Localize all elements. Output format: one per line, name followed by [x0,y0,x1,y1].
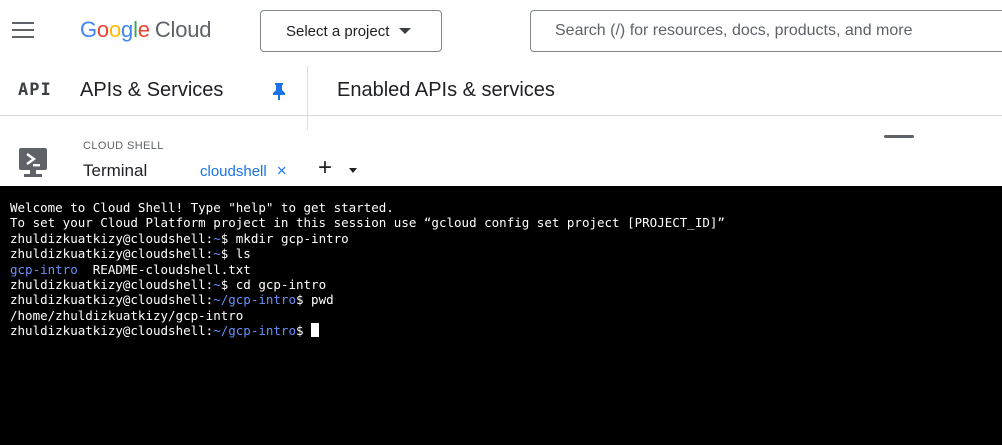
terminal-text: zhuldizkuatkizy@cloudshell: [10,230,214,246]
logo-letter: g [121,17,134,42]
terminal-cursor [311,323,320,338]
logo-cloud-text: Cloud [154,17,212,42]
pin-icon[interactable] [272,82,286,100]
dropdown-arrow-icon [399,28,412,34]
terminal-line: /home/zhuldizkuatkizy/gcp-intro [10,308,1002,323]
product-name[interactable]: APIs & Services [80,79,223,102]
terminal-text: ~/gcp-intro [213,323,296,339]
logo-letter: o [96,17,109,42]
terminal-text: zhuldizkuatkizy@cloudshell: [10,246,214,262]
add-tab-icon[interactable]: + [318,154,332,182]
panel-resize-handle[interactable] [884,135,914,138]
terminal-text: ~ [213,276,221,292]
logo-letter: G [80,17,97,42]
page-title: Enabled APIs & services [337,79,555,101]
terminal-output[interactable]: Welcome to Cloud Shell! Type "help" to g… [0,186,1002,445]
terminal-text: To set your Cloud Platform project in th… [10,215,725,231]
terminal-line: zhuldizkuatkizy@cloudshell:~/gcp-intro$ … [10,292,1002,307]
terminal-text: $ ls [220,246,251,262]
terminal-text: ~ [213,246,221,262]
tab-menu-dropdown-icon[interactable] [349,168,357,173]
cloud-shell-label: CLOUD SHELL [83,140,164,152]
top-app-bar: Google Cloud Select a project [0,0,1002,66]
product-nav-bar: API APIs & Services Enabled APIs & servi… [0,66,1002,132]
terminal-line: gcp-intro README-cloudshell.txt [10,262,1002,277]
terminal-text: zhuldizkuatkizy@cloudshell: [10,276,214,292]
terminal-text: /home/zhuldizkuatkizy/gcp-intro [10,307,244,323]
project-selector-button[interactable]: Select a project [260,10,442,52]
terminal-line: To set your Cloud Platform project in th… [10,215,1002,230]
cloud-shell-header: CLOUD SHELL Terminal cloudshell × + [0,130,1002,186]
terminal-line: Welcome to Cloud Shell! Type "help" to g… [10,200,1002,215]
project-selector-label: Select a project [286,22,390,40]
terminal-text: $ pwd [296,292,334,308]
terminal-text: zhuldizkuatkizy@cloudshell: [10,292,214,308]
logo-letter: o [108,17,122,42]
terminal-text: Welcome to Cloud Shell! Type "help" to g… [10,200,394,215]
terminal-line: zhuldizkuatkizy@cloudshell:~$ ls [10,246,1002,261]
terminal-text: README-cloudshell.txt [77,261,251,277]
api-icon: API [18,80,52,100]
logo-letter: e [137,17,150,42]
close-tab-icon[interactable]: × [277,161,287,181]
terminal-icon [19,148,47,177]
tab-label: cloudshell [200,162,267,180]
google-cloud-logo[interactable]: Google Cloud [80,17,211,43]
terminal-text: $ mkdir gcp-intro [220,230,349,246]
terminal-line: zhuldizkuatkizy@cloudshell:~$ mkdir gcp-… [10,231,1002,246]
terminal-line: zhuldizkuatkizy@cloudshell:~/gcp-intro$ [10,323,1002,338]
terminal-text: ~/gcp-intro [213,292,296,308]
terminal-text: $ [296,323,312,339]
terminal-line: zhuldizkuatkizy@cloudshell:~$ cd gcp-int… [10,277,1002,292]
nav-divider [307,66,308,132]
search-box[interactable] [530,10,1002,52]
terminal-label: Terminal [83,161,148,180]
tab-cloudshell[interactable]: cloudshell × [200,161,287,181]
main-menu-icon[interactable] [12,22,34,40]
terminal-text: gcp-intro [10,261,78,277]
search-input[interactable] [553,21,997,41]
terminal-text: $ cd gcp-intro [220,276,327,292]
terminal-text: zhuldizkuatkizy@cloudshell: [10,323,214,339]
terminal-text: ~ [213,230,221,246]
